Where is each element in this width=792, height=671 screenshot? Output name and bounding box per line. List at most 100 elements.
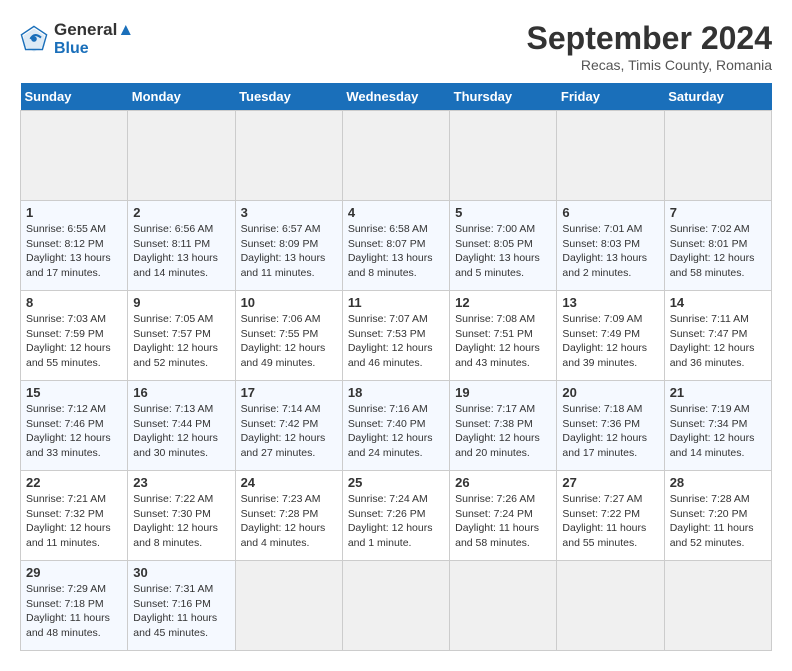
calendar-cell <box>557 111 664 201</box>
calendar-cell: 28 Sunrise: 7:28 AMSunset: 7:20 PMDayligh… <box>664 471 771 561</box>
header-row: SundayMondayTuesdayWednesdayThursdayFrid… <box>21 83 772 111</box>
day-info: Sunrise: 7:19 AMSunset: 7:34 PMDaylight:… <box>670 402 766 461</box>
logo-icon <box>20 25 48 53</box>
calendar-cell <box>664 561 771 651</box>
day-info: Sunrise: 6:57 AMSunset: 8:09 PMDaylight:… <box>241 222 337 281</box>
day-info: Sunrise: 7:06 AMSunset: 7:55 PMDaylight:… <box>241 312 337 371</box>
column-header-thursday: Thursday <box>450 83 557 111</box>
day-number: 16 <box>133 385 229 400</box>
day-info: Sunrise: 7:31 AMSunset: 7:16 PMDaylight:… <box>133 582 229 641</box>
day-number: 30 <box>133 565 229 580</box>
day-number: 25 <box>348 475 444 490</box>
day-number: 19 <box>455 385 551 400</box>
week-row-5: 22 Sunrise: 7:21 AMSunset: 7:32 PMDayligh… <box>21 471 772 561</box>
day-info: Sunrise: 6:55 AMSunset: 8:12 PMDaylight:… <box>26 222 122 281</box>
day-info: Sunrise: 7:07 AMSunset: 7:53 PMDaylight:… <box>348 312 444 371</box>
location-subtitle: Recas, Timis County, Romania <box>527 57 772 73</box>
calendar-cell: 24 Sunrise: 7:23 AMSunset: 7:28 PMDayligh… <box>235 471 342 561</box>
logo: General▲ Blue <box>20 20 134 58</box>
calendar-cell: 23Sunrise: 7:22 AMSunset: 7:30 PMDayligh… <box>128 471 235 561</box>
column-header-tuesday: Tuesday <box>235 83 342 111</box>
day-info: Sunrise: 7:05 AMSunset: 7:57 PMDaylight:… <box>133 312 229 371</box>
day-info: Sunrise: 7:14 AMSunset: 7:42 PMDaylight:… <box>241 402 337 461</box>
calendar-cell: 18 Sunrise: 7:16 AMSunset: 7:40 PMDayligh… <box>342 381 449 471</box>
day-number: 11 <box>348 295 444 310</box>
day-info: Sunrise: 7:03 AMSunset: 7:59 PMDaylight:… <box>26 312 122 371</box>
day-number: 6 <box>562 205 658 220</box>
column-header-saturday: Saturday <box>664 83 771 111</box>
day-info: Sunrise: 7:01 AMSunset: 8:03 PMDaylight:… <box>562 222 658 281</box>
column-header-wednesday: Wednesday <box>342 83 449 111</box>
day-number: 28 <box>670 475 766 490</box>
calendar-cell <box>342 561 449 651</box>
day-number: 29 <box>26 565 122 580</box>
calendar-cell: 27Sunrise: 7:27 AMSunset: 7:22 PMDayligh… <box>557 471 664 561</box>
day-info: Sunrise: 7:13 AMSunset: 7:44 PMDaylight:… <box>133 402 229 461</box>
calendar-cell <box>235 111 342 201</box>
day-number: 1 <box>26 205 122 220</box>
day-number: 17 <box>241 385 337 400</box>
calendar-cell: 15Sunrise: 7:12 AMSunset: 7:46 PMDayligh… <box>21 381 128 471</box>
day-info: Sunrise: 7:02 AMSunset: 8:01 PMDaylight:… <box>670 222 766 281</box>
day-number: 18 <box>348 385 444 400</box>
column-header-sunday: Sunday <box>21 83 128 111</box>
week-row-6: 29 Sunrise: 7:29 AMSunset: 7:18 PMDayligh… <box>21 561 772 651</box>
day-number: 5 <box>455 205 551 220</box>
calendar-cell: 17 Sunrise: 7:14 AMSunset: 7:42 PMDayligh… <box>235 381 342 471</box>
day-number: 24 <box>241 475 337 490</box>
day-number: 22 <box>26 475 122 490</box>
day-number: 15 <box>26 385 122 400</box>
day-info: Sunrise: 7:17 AMSunset: 7:38 PMDaylight:… <box>455 402 551 461</box>
day-info: Sunrise: 7:29 AMSunset: 7:18 PMDaylight:… <box>26 582 122 641</box>
page-header: General▲ Blue September 2024 Recas, Timi… <box>20 20 772 73</box>
week-row-3: 8 Sunrise: 7:03 AMSunset: 7:59 PMDaylight… <box>21 291 772 381</box>
day-info: Sunrise: 7:23 AMSunset: 7:28 PMDaylight:… <box>241 492 337 551</box>
column-header-monday: Monday <box>128 83 235 111</box>
calendar-cell: 7Sunrise: 7:02 AMSunset: 8:01 PMDaylight… <box>664 201 771 291</box>
title-block: September 2024 Recas, Timis County, Roma… <box>527 20 772 73</box>
calendar-cell: 13Sunrise: 7:09 AMSunset: 7:49 PMDayligh… <box>557 291 664 381</box>
calendar-cell: 25 Sunrise: 7:24 AMSunset: 7:26 PMDayligh… <box>342 471 449 561</box>
day-number: 8 <box>26 295 122 310</box>
day-info: Sunrise: 7:16 AMSunset: 7:40 PMDaylight:… <box>348 402 444 461</box>
day-number: 13 <box>562 295 658 310</box>
calendar-cell <box>342 111 449 201</box>
day-number: 4 <box>348 205 444 220</box>
day-info: Sunrise: 7:18 AMSunset: 7:36 PMDaylight:… <box>562 402 658 461</box>
calendar-cell: 19 Sunrise: 7:17 AMSunset: 7:38 PMDayligh… <box>450 381 557 471</box>
logo-text: General▲ Blue <box>54 20 134 58</box>
calendar-cell: 12Sunrise: 7:08 AMSunset: 7:51 PMDayligh… <box>450 291 557 381</box>
calendar-cell: 21 Sunrise: 7:19 AMSunset: 7:34 PMDayligh… <box>664 381 771 471</box>
day-info: Sunrise: 7:21 AMSunset: 7:32 PMDaylight:… <box>26 492 122 551</box>
day-number: 12 <box>455 295 551 310</box>
day-number: 10 <box>241 295 337 310</box>
calendar-cell: 16 Sunrise: 7:13 AMSunset: 7:44 PMDayligh… <box>128 381 235 471</box>
calendar-cell <box>664 111 771 201</box>
calendar-cell <box>128 111 235 201</box>
day-number: 2 <box>133 205 229 220</box>
day-number: 20 <box>562 385 658 400</box>
day-number: 21 <box>670 385 766 400</box>
calendar-cell: 4 Sunrise: 6:58 AMSunset: 8:07 PMDaylight… <box>342 201 449 291</box>
column-header-friday: Friday <box>557 83 664 111</box>
day-info: Sunrise: 7:22 AMSunset: 7:30 PMDaylight:… <box>133 492 229 551</box>
day-number: 26 <box>455 475 551 490</box>
week-row-4: 15Sunrise: 7:12 AMSunset: 7:46 PMDayligh… <box>21 381 772 471</box>
calendar-cell: 30 Sunrise: 7:31 AMSunset: 7:16 PMDayligh… <box>128 561 235 651</box>
calendar-cell: 3 Sunrise: 6:57 AMSunset: 8:09 PMDaylight… <box>235 201 342 291</box>
day-info: Sunrise: 7:24 AMSunset: 7:26 PMDaylight:… <box>348 492 444 551</box>
day-info: Sunrise: 6:58 AMSunset: 8:07 PMDaylight:… <box>348 222 444 281</box>
day-number: 3 <box>241 205 337 220</box>
calendar-cell: 2Sunrise: 6:56 AMSunset: 8:11 PMDaylight… <box>128 201 235 291</box>
calendar-cell: 9Sunrise: 7:05 AMSunset: 7:57 PMDaylight… <box>128 291 235 381</box>
week-row-1 <box>21 111 772 201</box>
calendar-cell <box>450 561 557 651</box>
calendar-cell <box>21 111 128 201</box>
day-info: Sunrise: 7:28 AMSunset: 7:20 PMDaylight:… <box>670 492 766 551</box>
calendar-cell: 10 Sunrise: 7:06 AMSunset: 7:55 PMDayligh… <box>235 291 342 381</box>
calendar-cell: 14Sunrise: 7:11 AMSunset: 7:47 PMDayligh… <box>664 291 771 381</box>
calendar-cell: 6 Sunrise: 7:01 AMSunset: 8:03 PMDaylight… <box>557 201 664 291</box>
calendar-cell: 5Sunrise: 7:00 AMSunset: 8:05 PMDaylight… <box>450 201 557 291</box>
calendar-cell: 26Sunrise: 7:26 AMSunset: 7:24 PMDayligh… <box>450 471 557 561</box>
calendar-cell <box>557 561 664 651</box>
